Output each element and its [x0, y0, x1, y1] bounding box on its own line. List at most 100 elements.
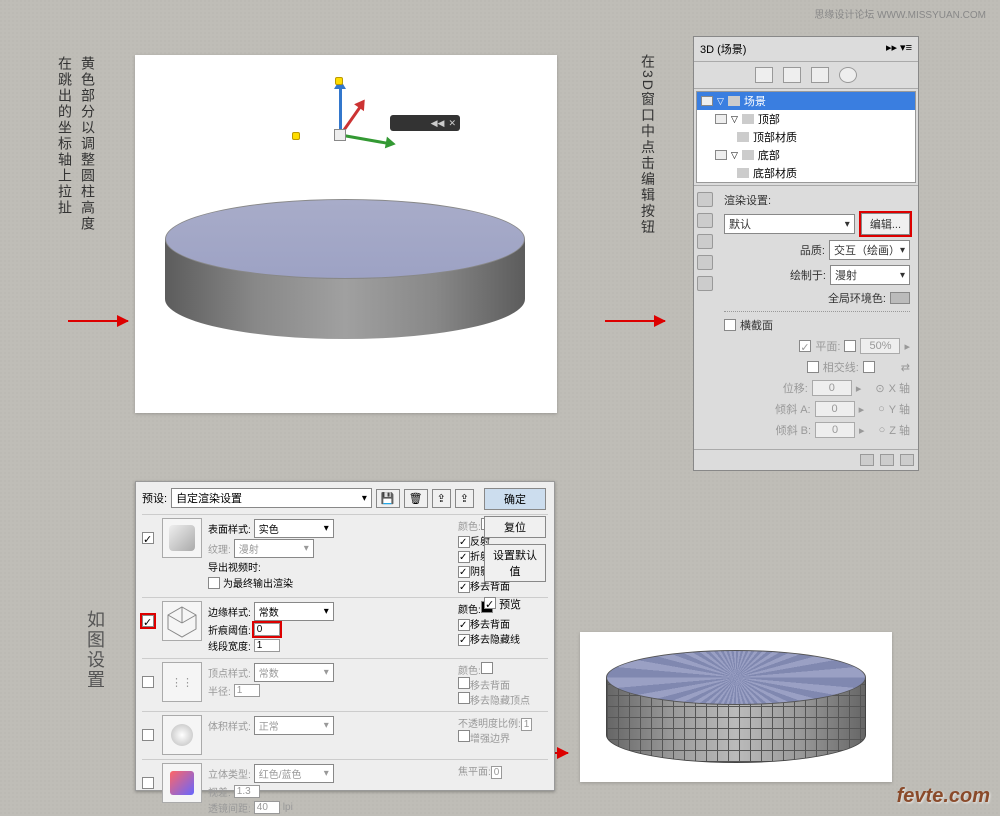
edge-thumb — [162, 601, 202, 641]
tool-column — [694, 186, 716, 449]
tool-5[interactable] — [697, 276, 713, 291]
material-icon — [737, 132, 749, 142]
final-checkbox[interactable] — [208, 577, 220, 589]
vertex-group: ⋮⋮ 顶点样式:常数 半径:1 颜色: 移去背面 移去隐藏顶点 — [142, 662, 548, 707]
stereo-group: 立体类型:红色/蓝色 视差:1.3 透镜间距:40lpi 焦平面:0 — [142, 763, 548, 816]
material-icon — [737, 168, 749, 178]
panel-3d-scene: 3D (场景) ▸▸ ▾≡ ▽场景 ▽顶部 顶部材质 ▽底部 底部材质 渲染设置… — [693, 36, 919, 471]
cross-checkbox[interactable] — [724, 319, 736, 331]
plane-checkbox: ✓ — [799, 340, 811, 352]
annot-3: 在3D窗口中点击编辑按钮 — [638, 54, 658, 236]
render-label: 渲染设置: — [724, 192, 771, 208]
axis-x[interactable] — [340, 134, 388, 145]
save-icon[interactable]: 💾 — [376, 489, 400, 508]
tree-scene: ▽场景 — [697, 92, 915, 110]
face-select[interactable]: 实色 — [254, 519, 334, 538]
quality-select[interactable]: 交互（绘画） — [829, 240, 910, 260]
tool-1[interactable] — [697, 192, 713, 207]
tool-4[interactable] — [697, 255, 713, 270]
tex-select: 漫射 — [234, 539, 314, 558]
vertex-enable[interactable] — [142, 676, 154, 688]
intersect-checkbox — [807, 361, 819, 373]
cross-label: 横截面 — [740, 317, 773, 333]
mini-toolbar[interactable]: ◀◀✕ — [390, 115, 460, 131]
edge-enable[interactable]: ✓ — [142, 615, 154, 627]
share2-icon[interactable]: ⇪ — [455, 489, 474, 508]
vert-select: 常数 — [254, 663, 334, 682]
handle-y[interactable] — [335, 77, 343, 85]
preset-select[interactable]: 自定渲染设置 — [171, 488, 372, 508]
scene-tree[interactable]: ▽场景 ▽顶部 顶部材质 ▽底部 底部材质 — [696, 91, 916, 183]
render-preset-select[interactable]: 默认 — [724, 214, 855, 234]
mode-material-icon[interactable] — [811, 67, 829, 83]
eye-icon[interactable] — [715, 114, 727, 124]
arrow-1 — [68, 320, 128, 322]
stereo-select: 红色/蓝色 — [254, 764, 334, 783]
plane-label: 平面: — [815, 338, 840, 354]
annot-4: 如图设置 — [82, 610, 108, 690]
trash-icon[interactable] — [900, 454, 914, 466]
plane-value: 50% — [860, 338, 900, 354]
linew-input[interactable]: 1 — [254, 639, 280, 652]
tree-top-mat: 顶部材质 — [697, 128, 915, 146]
cylinder-top — [165, 199, 525, 279]
viewport-3d[interactable]: ◀◀✕ — [135, 55, 557, 413]
cylinder-shape[interactable] — [165, 280, 525, 419]
del-icon[interactable]: 🗑 — [404, 489, 428, 508]
panel-footer — [694, 449, 918, 470]
stereo-enable[interactable] — [142, 777, 154, 789]
panel-mode-icons — [694, 62, 918, 89]
paint-label: 绘制于: — [790, 267, 826, 283]
mode-mesh-icon[interactable] — [783, 67, 801, 83]
mode-scene-icon[interactable] — [755, 67, 773, 83]
panel-titlebar[interactable]: 3D (场景) ▸▸ ▾≡ — [694, 37, 918, 62]
tiltb-input: 0 — [815, 422, 855, 438]
reset-button[interactable]: 复位 — [484, 516, 546, 538]
share1-icon[interactable]: ⇪ — [432, 489, 451, 508]
defaults-button[interactable]: 设置默认值 — [484, 544, 546, 582]
gizmo-center[interactable] — [334, 129, 346, 141]
result-preview — [580, 632, 892, 782]
ambient-swatch[interactable] — [890, 292, 910, 304]
annot-2: 在跳出的坐标轴上拉扯 — [55, 56, 75, 216]
ok-button[interactable]: 确定 — [484, 488, 546, 510]
panel-title: 3D (场景) — [700, 41, 746, 57]
volume-enable[interactable] — [142, 729, 154, 741]
watermark-bottom: fevte.com — [897, 785, 990, 808]
mesh-icon — [742, 114, 754, 124]
surface-thumb — [162, 518, 202, 558]
quality-label: 品质: — [800, 242, 825, 258]
flip-icon: ⇄ — [901, 361, 910, 374]
watermark-top: 思缘设计论坛 WWW.MISSYUAN.COM — [814, 6, 986, 21]
wireframe-top — [606, 650, 866, 705]
tool-2[interactable] — [697, 213, 713, 228]
panel-menu-icon[interactable]: ▸▸ ▾≡ — [886, 41, 912, 57]
preview-checkbox[interactable]: ✓ — [484, 597, 496, 609]
edge-select[interactable]: 常数 — [254, 602, 334, 621]
vol-select: 正常 — [254, 716, 334, 735]
handle-x[interactable] — [292, 132, 300, 140]
axis-y[interactable] — [339, 87, 342, 135]
stereo-thumb — [162, 763, 202, 803]
paint-select[interactable]: 漫射 — [830, 265, 910, 285]
eye-icon[interactable] — [701, 96, 713, 106]
new-icon[interactable] — [880, 454, 894, 466]
crease-input[interactable]: 0 — [254, 623, 280, 636]
preset-label: 预设: — [142, 490, 167, 506]
mesh-icon — [742, 150, 754, 160]
tree-top: ▽顶部 — [697, 110, 915, 128]
volume-thumb — [162, 715, 202, 755]
settings-area: 渲染设置: 默认 编辑... 品质:交互（绘画） 绘制于:漫射 全局环境色: 横… — [716, 186, 918, 449]
annot-1: 黄色部分以调整圆柱高度 — [78, 56, 98, 232]
intersect-swatch — [863, 361, 875, 373]
plane-swatch — [844, 340, 856, 352]
surface-enable[interactable]: ✓ — [142, 532, 154, 544]
mode-light-icon[interactable] — [839, 67, 857, 83]
arrow-2 — [605, 320, 665, 322]
eye-icon[interactable] — [715, 150, 727, 160]
tree-bottom-mat: 底部材质 — [697, 164, 915, 182]
toggle-icon[interactable] — [860, 454, 874, 466]
vertex-thumb: ⋮⋮ — [162, 662, 202, 702]
edit-button[interactable]: 编辑... — [861, 213, 910, 235]
tool-3[interactable] — [697, 234, 713, 249]
